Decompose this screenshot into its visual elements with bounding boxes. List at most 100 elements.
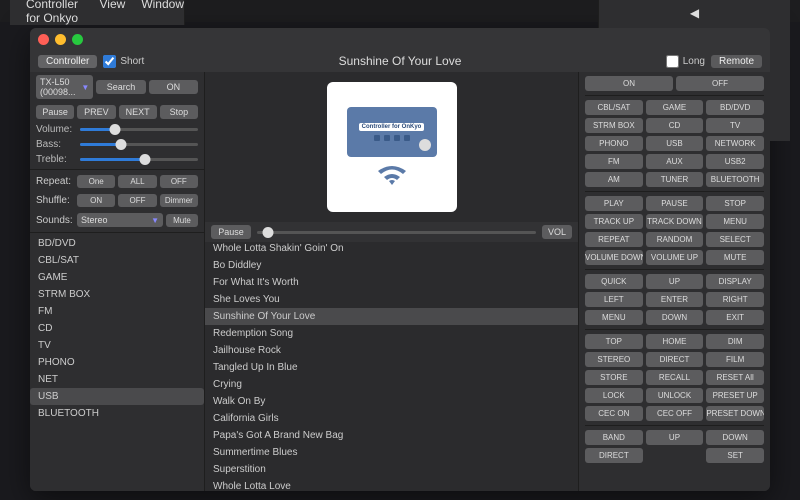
source-item[interactable]: CD bbox=[30, 320, 204, 337]
remote-button[interactable]: PRESET UP bbox=[706, 388, 764, 403]
remote-button[interactable]: STRM BOX bbox=[585, 118, 643, 133]
remote-button[interactable]: HOME bbox=[646, 334, 704, 349]
controller-tab[interactable]: Controller bbox=[38, 55, 97, 68]
remote-button[interactable]: LOCK bbox=[585, 388, 643, 403]
source-item[interactable]: PHONO bbox=[30, 354, 204, 371]
remote-button[interactable]: EXIT bbox=[706, 310, 764, 325]
menu-view[interactable]: View bbox=[100, 0, 126, 25]
remote-button[interactable]: VOLUME UP bbox=[646, 250, 704, 265]
track-item[interactable]: Tangled Up In Blue bbox=[205, 359, 578, 376]
remote-button[interactable]: RANDOM bbox=[646, 232, 704, 247]
remote-button[interactable]: DIM bbox=[706, 334, 764, 349]
remote-button[interactable]: TUNER bbox=[646, 172, 704, 187]
pause-button[interactable]: Pause bbox=[36, 105, 74, 119]
track-item[interactable]: Superstition bbox=[205, 461, 578, 478]
remote-button[interactable]: FILM bbox=[706, 352, 764, 367]
sounds-select[interactable]: Stereo▼ bbox=[77, 213, 163, 227]
remote-button[interactable]: MUTE bbox=[706, 250, 764, 265]
remote-button[interactable]: OFF bbox=[676, 76, 764, 91]
remote-button[interactable]: DISPLAY bbox=[706, 274, 764, 289]
zoom-button[interactable] bbox=[72, 34, 83, 45]
bass-slider[interactable] bbox=[80, 143, 198, 146]
track-item[interactable]: Bo Diddley bbox=[205, 257, 578, 274]
track-item[interactable]: For What It's Worth bbox=[205, 274, 578, 291]
remote-button[interactable]: DOWN bbox=[646, 310, 704, 325]
remote-button[interactable]: BAND bbox=[585, 430, 643, 445]
track-item[interactable]: She Loves You bbox=[205, 291, 578, 308]
source-item[interactable]: CBL/SAT bbox=[30, 252, 204, 269]
remote-button[interactable]: SELECT bbox=[706, 232, 764, 247]
source-item[interactable]: BLUETOOTH bbox=[30, 405, 204, 422]
remote-button[interactable]: AUX bbox=[646, 154, 704, 169]
mute-button[interactable]: Mute bbox=[166, 214, 198, 227]
remote-button[interactable]: VOLUME DOWN bbox=[585, 250, 643, 265]
source-item[interactable]: BD/DVD bbox=[30, 235, 204, 252]
remote-button[interactable]: DOWN bbox=[706, 430, 764, 445]
track-item[interactable]: Crying bbox=[205, 376, 578, 393]
remote-button[interactable]: TOP bbox=[585, 334, 643, 349]
shuffle-off-button[interactable]: OFF bbox=[118, 194, 156, 207]
source-item[interactable]: NET bbox=[30, 371, 204, 388]
track-item[interactable]: Sunshine Of Your Love bbox=[205, 308, 578, 325]
remote-button[interactable]: UP bbox=[646, 430, 704, 445]
remote-button[interactable]: REPEAT bbox=[585, 232, 643, 247]
repeat-off-button[interactable]: OFF bbox=[160, 175, 198, 188]
remote-button[interactable]: TRACK UP bbox=[585, 214, 643, 229]
minimize-button[interactable] bbox=[55, 34, 66, 45]
remote-button[interactable]: STEREO bbox=[585, 352, 643, 367]
track-item[interactable]: California Girls bbox=[205, 410, 578, 427]
track-item[interactable]: Summertime Blues bbox=[205, 444, 578, 461]
remote-button[interactable]: PRESET DOWN bbox=[706, 406, 764, 421]
vol-button[interactable]: VOL bbox=[542, 225, 572, 239]
remote-button[interactable]: QUICK bbox=[585, 274, 643, 289]
remote-button[interactable]: DIRECT bbox=[646, 352, 704, 367]
long-checkbox[interactable]: Long bbox=[666, 55, 705, 68]
track-item[interactable]: Redemption Song bbox=[205, 325, 578, 342]
stop-button[interactable]: Stop bbox=[160, 105, 198, 119]
remote-button[interactable]: DIRECT bbox=[585, 448, 643, 463]
remote-button[interactable]: BLUETOOTH bbox=[706, 172, 764, 187]
remote-button[interactable]: RIGHT bbox=[706, 292, 764, 307]
close-button[interactable] bbox=[38, 34, 49, 45]
source-item[interactable]: GAME bbox=[30, 269, 204, 286]
remote-button[interactable]: PAUSE bbox=[646, 196, 704, 211]
remote-button[interactable]: ENTER bbox=[646, 292, 704, 307]
repeat-one-button[interactable]: One bbox=[77, 175, 115, 188]
remote-button[interactable]: USB bbox=[646, 136, 704, 151]
track-item[interactable]: Walk On By bbox=[205, 393, 578, 410]
remote-button[interactable]: UNLOCK bbox=[646, 388, 704, 403]
remote-button[interactable]: TRACK DOWN bbox=[646, 214, 704, 229]
remote-button[interactable]: FM bbox=[585, 154, 643, 169]
remote-button[interactable]: TV bbox=[706, 118, 764, 133]
volume-slider[interactable] bbox=[80, 128, 198, 131]
track-item[interactable]: Whole Lotta Love bbox=[205, 478, 578, 491]
remote-button[interactable]: USB2 bbox=[706, 154, 764, 169]
prev-button[interactable]: PREV bbox=[77, 105, 115, 119]
power-on-button[interactable]: ON bbox=[149, 80, 198, 94]
source-item[interactable]: USB bbox=[30, 388, 204, 405]
remote-button[interactable]: ON bbox=[585, 76, 673, 91]
remote-button[interactable]: STORE bbox=[585, 370, 643, 385]
source-item[interactable]: FM bbox=[30, 303, 204, 320]
remote-tab[interactable]: Remote bbox=[711, 55, 762, 68]
remote-button[interactable]: BD/DVD bbox=[706, 100, 764, 115]
short-checkbox[interactable]: Short bbox=[103, 55, 144, 68]
playback-pause-button[interactable]: Pause bbox=[211, 225, 251, 239]
remote-button[interactable]: PLAY bbox=[585, 196, 643, 211]
source-item[interactable]: STRM BOX bbox=[30, 286, 204, 303]
remote-button[interactable]: MENU bbox=[706, 214, 764, 229]
remote-button[interactable]: STOP bbox=[706, 196, 764, 211]
remote-button[interactable]: LEFT bbox=[585, 292, 643, 307]
position-slider[interactable] bbox=[257, 231, 536, 234]
treble-slider[interactable] bbox=[80, 158, 198, 161]
remote-button[interactable]: NETWORK bbox=[706, 136, 764, 151]
remote-button[interactable]: GAME bbox=[646, 100, 704, 115]
app-name[interactable]: Controller for Onkyo bbox=[26, 0, 84, 25]
remote-button[interactable]: UP bbox=[646, 274, 704, 289]
dimmer-button[interactable]: Dimmer bbox=[160, 194, 198, 207]
remote-button[interactable]: CBL/SAT bbox=[585, 100, 643, 115]
track-item[interactable]: Whole Lotta Shakin' Goin' On bbox=[205, 242, 578, 257]
remote-button[interactable]: SET bbox=[706, 448, 764, 463]
remote-button[interactable]: PHONO bbox=[585, 136, 643, 151]
shuffle-on-button[interactable]: ON bbox=[77, 194, 115, 207]
